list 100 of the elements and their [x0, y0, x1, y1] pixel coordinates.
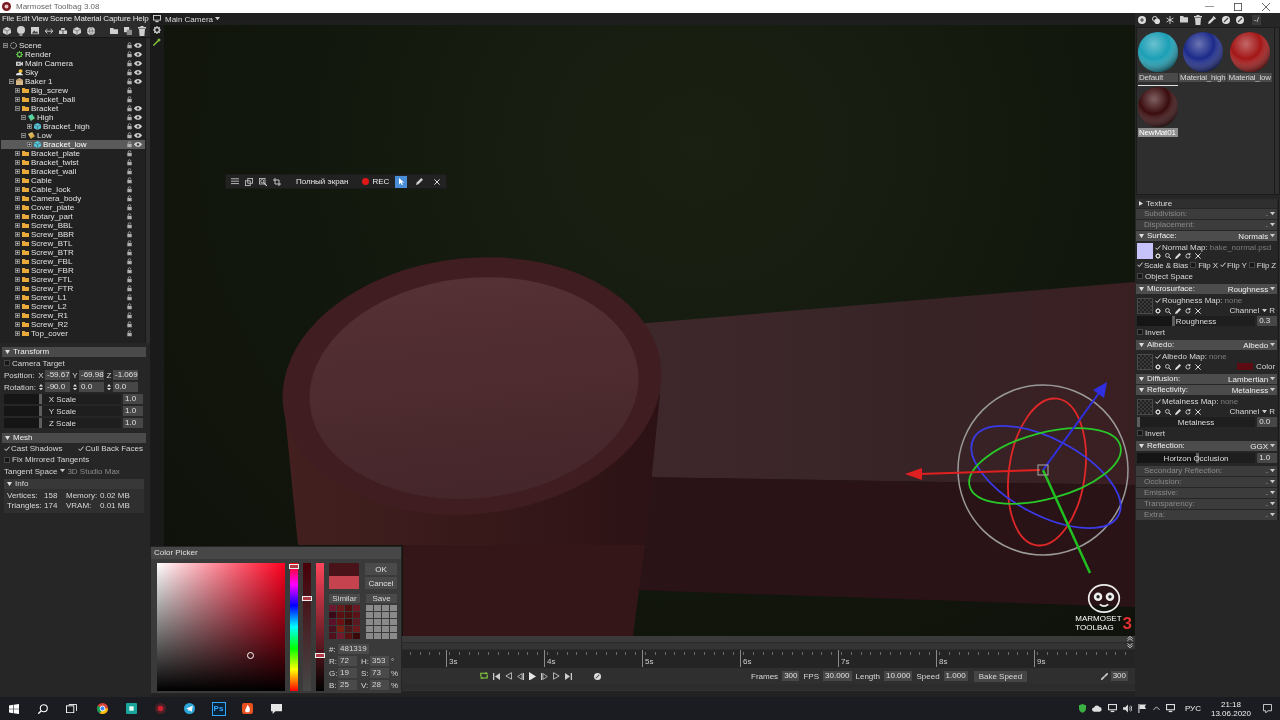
- material-tile[interactable]: Default: [1138, 30, 1178, 82]
- search-icon[interactable]: [1165, 307, 1171, 314]
- expand-icon[interactable]: [15, 214, 20, 219]
- color-swatch[interactable]: [337, 626, 344, 632]
- flag-icon[interactable]: [1137, 704, 1147, 713]
- slider-thumb[interactable]: [39, 418, 43, 428]
- crop-icon[interactable]: [273, 177, 281, 186]
- trash-icon[interactable]: [138, 26, 146, 36]
- size-field[interactable]: -/: [1252, 14, 1261, 25]
- stacked-squares-icon[interactable]: [245, 177, 253, 186]
- expand-icon[interactable]: [15, 277, 20, 282]
- number-field[interactable]: 1.000: [943, 671, 968, 681]
- checkbox[interactable]: Roughness Map:: [1155, 296, 1223, 305]
- color-swatch[interactable]: [337, 633, 344, 639]
- lock-icon[interactable]: [127, 114, 132, 121]
- lock-icon[interactable]: [127, 231, 132, 238]
- checkbox[interactable]: Camera Target: [4, 358, 65, 368]
- section-header[interactable]: Texture: [1136, 199, 1278, 208]
- number-field[interactable]: 1.0: [123, 418, 143, 428]
- lock-icon[interactable]: [127, 213, 132, 220]
- saturation-value-field[interactable]: [157, 563, 285, 691]
- color-swatch[interactable]: [337, 619, 344, 625]
- monitor-icon[interactable]: [153, 15, 161, 23]
- lock-icon[interactable]: [127, 42, 132, 49]
- color-swatch[interactable]: [353, 633, 360, 639]
- pencil-icon[interactable]: [1175, 408, 1181, 415]
- color-swatch[interactable]: [345, 619, 352, 625]
- hue-slider[interactable]: [290, 563, 298, 691]
- tree-item[interactable]: Bracket_twist: [1, 158, 145, 167]
- number-field[interactable]: -69.98: [79, 370, 104, 380]
- chevrons-up-icon[interactable]: [1127, 636, 1133, 642]
- expand-icon[interactable]: [15, 196, 20, 201]
- lock-icon[interactable]: [127, 123, 132, 130]
- menu-item[interactable]: File: [1, 13, 16, 25]
- mode-dropdown[interactable]: GGX: [1250, 441, 1276, 451]
- monitor-icon[interactable]: [1107, 704, 1117, 713]
- tree-item[interactable]: Screw_L1: [1, 293, 145, 302]
- folder-icon[interactable]: [110, 27, 118, 35]
- maximize-icon[interactable]: [1234, 2, 1242, 11]
- expand-icon[interactable]: [15, 286, 20, 291]
- language-indicator[interactable]: РУС: [1184, 704, 1201, 713]
- color-swatch[interactable]: [1237, 363, 1253, 370]
- number-field[interactable]: -59.67: [45, 370, 70, 380]
- pencil-icon[interactable]: [1175, 307, 1181, 314]
- expand-icon[interactable]: [15, 241, 20, 246]
- boxes-icon[interactable]: [59, 27, 67, 35]
- chat-icon[interactable]: [271, 703, 282, 714]
- lock-icon[interactable]: [127, 195, 132, 202]
- collapse-icon[interactable]: [15, 106, 20, 111]
- property-slider[interactable]: Metalness: [1137, 417, 1256, 427]
- lock-icon[interactable]: [127, 249, 132, 256]
- eye-icon[interactable]: [134, 43, 142, 48]
- expand-icon[interactable]: [27, 142, 32, 147]
- transform-gizmo-drawing[interactable]: [905, 382, 1129, 574]
- expand-icon[interactable]: [15, 151, 20, 156]
- menu-item[interactable]: Help: [131, 13, 150, 25]
- checkbox[interactable]: Scale & Bias: [1137, 260, 1189, 270]
- lock-icon[interactable]: [127, 222, 132, 229]
- browser-icon[interactable]: [97, 703, 108, 714]
- lock-icon[interactable]: [127, 312, 132, 319]
- lock-icon[interactable]: [127, 141, 132, 148]
- expand-icon[interactable]: [15, 322, 20, 327]
- arrows-icon[interactable]: [45, 27, 53, 35]
- section-header[interactable]: Surface: Normals: [1136, 231, 1278, 241]
- settings-icon[interactable]: [153, 26, 161, 34]
- refresh-icon[interactable]: [1185, 307, 1191, 314]
- start-icon[interactable]: [9, 703, 19, 714]
- lock-icon[interactable]: [127, 150, 132, 157]
- slash-circle-icon[interactable]: [1236, 15, 1244, 24]
- loop-icon[interactable]: [480, 672, 488, 680]
- expand-icon[interactable]: [15, 178, 20, 183]
- expand-icon[interactable]: [15, 331, 20, 336]
- property-slider[interactable]: Horizon Occlusion: [1137, 453, 1256, 463]
- pencil-icon[interactable]: [1175, 363, 1181, 370]
- clock-time[interactable]: 21:18: [1220, 699, 1241, 709]
- search-icon[interactable]: [1165, 363, 1171, 370]
- eye-icon[interactable]: [134, 124, 142, 129]
- lock-icon[interactable]: [127, 267, 132, 274]
- lock-icon[interactable]: [127, 87, 132, 94]
- volume-icon[interactable]: [1122, 704, 1132, 713]
- collapse-icon[interactable]: [21, 115, 26, 120]
- tree-item[interactable]: Screw_R2: [1, 320, 145, 329]
- bake-speed-button[interactable]: Bake Speed: [973, 670, 1028, 682]
- expand-icon[interactable]: [15, 223, 20, 228]
- clock-date[interactable]: 13.06.2020: [1210, 708, 1251, 718]
- search-icon[interactable]: [1165, 408, 1171, 415]
- shield-icon[interactable]: [1078, 704, 1086, 713]
- tree-item[interactable]: Cover_plate: [1, 203, 145, 212]
- slider-thumb[interactable]: [39, 406, 43, 416]
- value-slider[interactable]: [316, 563, 324, 691]
- tree-item[interactable]: Bracket_high: [1, 122, 145, 131]
- lock-icon[interactable]: [127, 330, 132, 337]
- slash-circle-icon[interactable]: [594, 672, 601, 680]
- expand-icon[interactable]: [15, 88, 20, 93]
- dot-circle-icon[interactable]: [155, 703, 166, 714]
- minimize-icon[interactable]: [1205, 5, 1214, 8]
- subsection-header[interactable]: Info: [4, 479, 144, 489]
- number-field[interactable]: 25: [338, 680, 357, 690]
- color-swatch[interactable]: [345, 605, 352, 611]
- color-swatch[interactable]: [329, 626, 336, 632]
